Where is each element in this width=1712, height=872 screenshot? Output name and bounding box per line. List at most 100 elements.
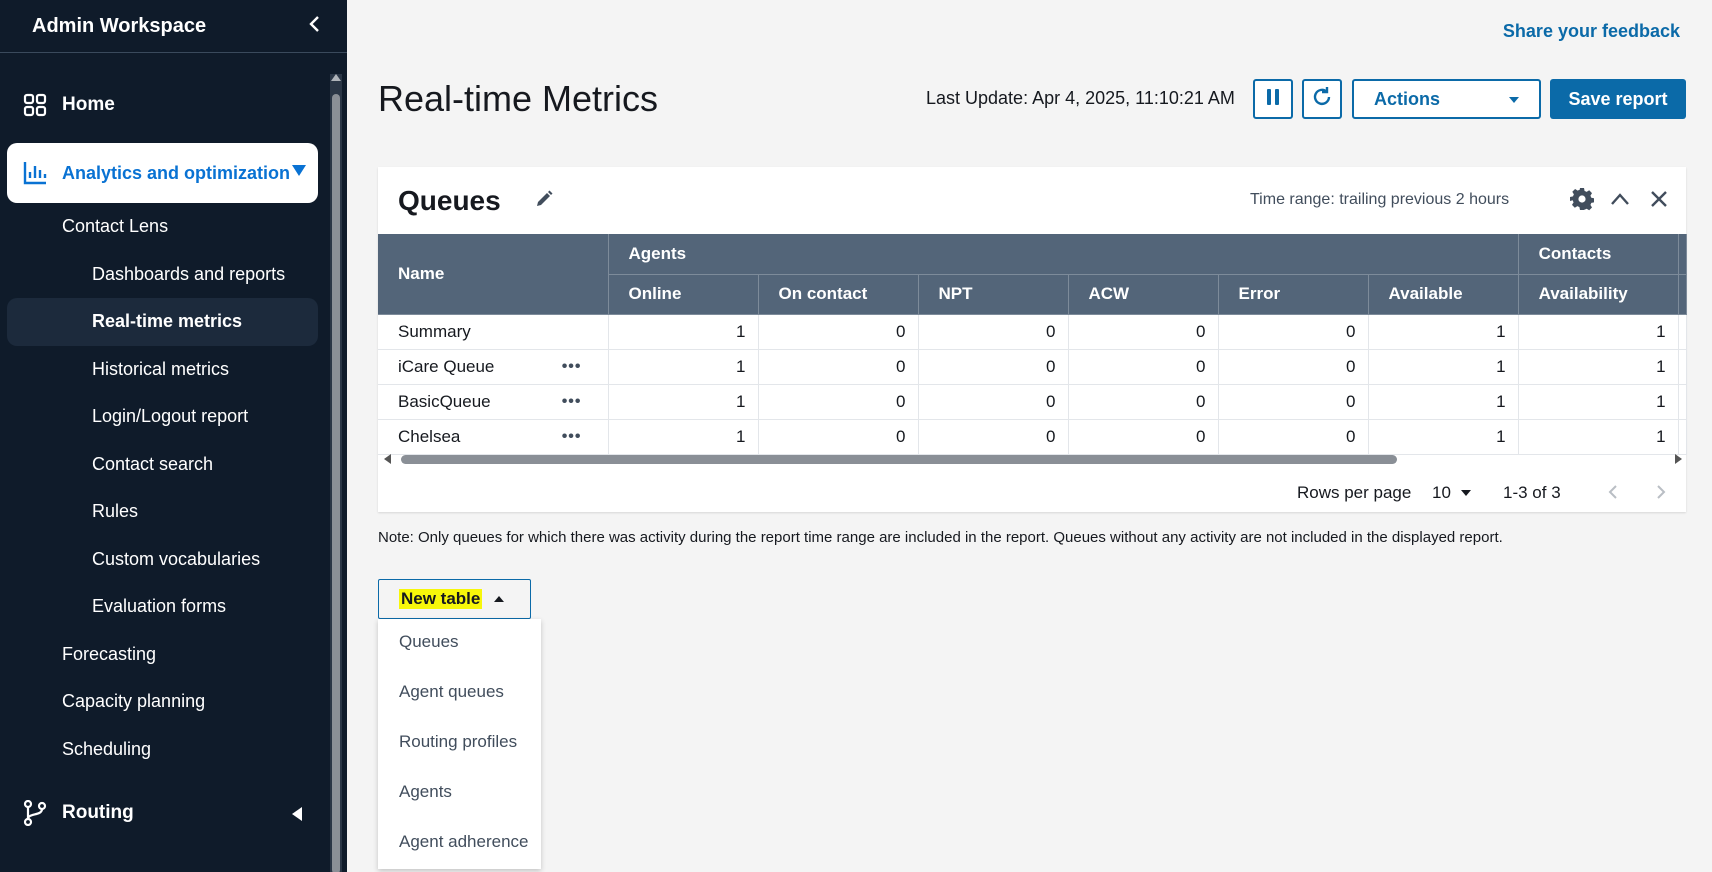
column-header-on-contact[interactable]: On contact (758, 274, 919, 315)
more-options-icon[interactable]: ••• (562, 393, 582, 411)
chevron-up-icon[interactable] (1606, 185, 1634, 213)
new-table-button[interactable]: New table (378, 579, 531, 619)
row-name: BasicQueue (398, 391, 491, 411)
column-header-available[interactable]: Available (1368, 274, 1519, 315)
sidebar-item-historical-metrics[interactable]: Historical metrics (92, 359, 229, 380)
cell-value: 0 (758, 419, 919, 455)
column-header-acw[interactable]: ACW (1068, 274, 1219, 315)
scroll-up-icon[interactable] (331, 74, 341, 81)
sidebar-title: Admin Workspace (32, 14, 207, 37)
sidebar: Admin Workspace Home Analytics and optim… (0, 0, 347, 872)
menu-item-agents[interactable]: Agents (399, 782, 452, 802)
cell-value: 0 (1218, 419, 1369, 455)
table-horizontal-scrollbar[interactable] (378, 452, 1686, 466)
table-row: Chelsea ••• 1 0 0 0 0 1 1 (378, 419, 1687, 455)
bar-chart-icon (22, 160, 48, 186)
page-title: Real-time Metrics (378, 78, 659, 119)
cell-value: 0 (918, 349, 1069, 385)
sidebar-item-label: Historical metrics (92, 359, 230, 379)
refresh-button[interactable] (1302, 79, 1342, 119)
sidebar-item-home[interactable]: Home (22, 92, 115, 118)
sidebar-item-capacity-planning[interactable]: Capacity planning (62, 691, 205, 712)
sidebar-item-label: Capacity planning (62, 691, 206, 711)
cell-value: 0 (1068, 314, 1219, 350)
scroll-right-icon[interactable] (1675, 454, 1682, 464)
scroll-left-icon[interactable] (384, 454, 391, 464)
column-group-contacts: Contacts (1518, 234, 1679, 275)
pause-button[interactable] (1253, 79, 1293, 119)
row-name: Chelsea (398, 426, 461, 446)
sidebar-item-scheduling[interactable]: Scheduling (62, 739, 151, 760)
gear-icon[interactable] (1568, 185, 1596, 213)
sidebar-item-custom-vocabularies[interactable]: Custom vocabularies (92, 549, 260, 570)
pagination-range: 1-3 of 3 (1503, 483, 1561, 502)
sidebar-item-label: Contact search (92, 454, 214, 474)
cell-value: 1 (608, 314, 759, 350)
sidebar-item-login-logout[interactable]: Login/Logout report (92, 406, 248, 427)
sidebar-item-routing[interactable]: Routing (22, 800, 134, 826)
new-table-label: New table (399, 589, 483, 609)
cell-value: 1 (1368, 384, 1519, 420)
previous-page-icon[interactable] (1608, 484, 1618, 505)
row-name-cell: BasicQueue ••• (378, 384, 609, 420)
menu-item-routing-profiles[interactable]: Routing profiles (399, 732, 517, 752)
caret-up-icon (494, 596, 505, 602)
sidebar-item-contact-search[interactable]: Contact search (92, 454, 213, 475)
column-header-availability[interactable]: Availability (1518, 274, 1679, 315)
close-icon[interactable] (1645, 185, 1673, 213)
cell-value: 0 (1068, 349, 1219, 385)
scrollbar-thumb[interactable] (401, 455, 1397, 464)
column-header-online[interactable]: Online (608, 274, 759, 315)
sidebar-item-label: Custom vocabularies (92, 549, 261, 569)
column-header-error[interactable]: Error (1218, 274, 1369, 315)
pencil-icon[interactable] (534, 189, 556, 211)
more-options-icon[interactable]: ••• (562, 428, 582, 446)
menu-item-agent-adherence[interactable]: Agent adherence (399, 832, 529, 852)
sidebar-item-label: Analytics and optimization (62, 162, 291, 183)
rows-per-page-select[interactable]: 10 (1432, 483, 1471, 503)
save-report-button[interactable]: Save report (1550, 79, 1686, 119)
sidebar-header: Admin Workspace (0, 0, 347, 53)
sidebar-item-label: Login/Logout report (92, 406, 249, 426)
share-feedback-link[interactable]: Share your feedback (1503, 21, 1680, 42)
sidebar-scrollbar-thumb[interactable] (332, 94, 340, 872)
cell-value: 1 (1518, 384, 1679, 420)
caret-down-icon (1460, 490, 1471, 496)
column-header-npt[interactable]: NPT (918, 274, 1069, 315)
sidebar-item-label: Scheduling (62, 739, 152, 759)
branch-icon (22, 800, 48, 826)
menu-item-agent-queues[interactable]: Agent queues (399, 682, 504, 702)
table-row: BasicQueue ••• 1 0 0 0 0 1 1 (378, 384, 1687, 420)
cell-value: 1 (608, 384, 759, 420)
more-options-icon[interactable]: ••• (562, 358, 582, 376)
refresh-icon (1311, 86, 1333, 113)
menu-item-queues[interactable]: Queues (399, 632, 459, 652)
sidebar-item-label: Forecasting (62, 644, 157, 664)
cell-value: 1 (608, 419, 759, 455)
cell-value: 0 (1218, 314, 1369, 350)
actions-dropdown[interactable]: Actions (1352, 79, 1541, 119)
sidebar-item-realtime-metrics[interactable]: Real-time metrics (92, 311, 242, 332)
sidebar-item-label: Rules (92, 501, 139, 521)
sidebar-item-rules[interactable]: Rules (92, 501, 138, 522)
sidebar-item-forecasting[interactable]: Forecasting (62, 644, 156, 665)
sidebar-item-label: Contact Lens (62, 216, 169, 236)
cell-value: 1 (1368, 349, 1519, 385)
row-name: iCare Queue (398, 356, 495, 376)
actions-label: Actions (1374, 88, 1441, 109)
rows-per-page-value: 10 (1432, 483, 1451, 502)
report-note: Note: Only queues for which there was ac… (378, 529, 1503, 546)
caret-down-icon (1509, 97, 1519, 103)
column-header-name[interactable]: Name (378, 234, 609, 315)
sidebar-item-dashboards[interactable]: Dashboards and reports (92, 264, 285, 285)
sidebar-item-contact-lens[interactable]: Contact Lens (62, 216, 168, 237)
time-range-text: Time range: trailing previous 2 hours (1250, 191, 1510, 208)
cell-value: 1 (608, 349, 759, 385)
sidebar-item-label: Home (62, 94, 115, 115)
sidebar-collapse-icon[interactable] (303, 12, 327, 36)
sidebar-item-analytics[interactable]: Analytics and optimization (7, 143, 318, 203)
next-page-icon[interactable] (1656, 484, 1666, 505)
caret-down-icon (292, 165, 306, 176)
queues-table: Name Agents Contacts Online On contact N… (378, 234, 1687, 455)
sidebar-item-evaluation-forms[interactable]: Evaluation forms (92, 596, 226, 617)
